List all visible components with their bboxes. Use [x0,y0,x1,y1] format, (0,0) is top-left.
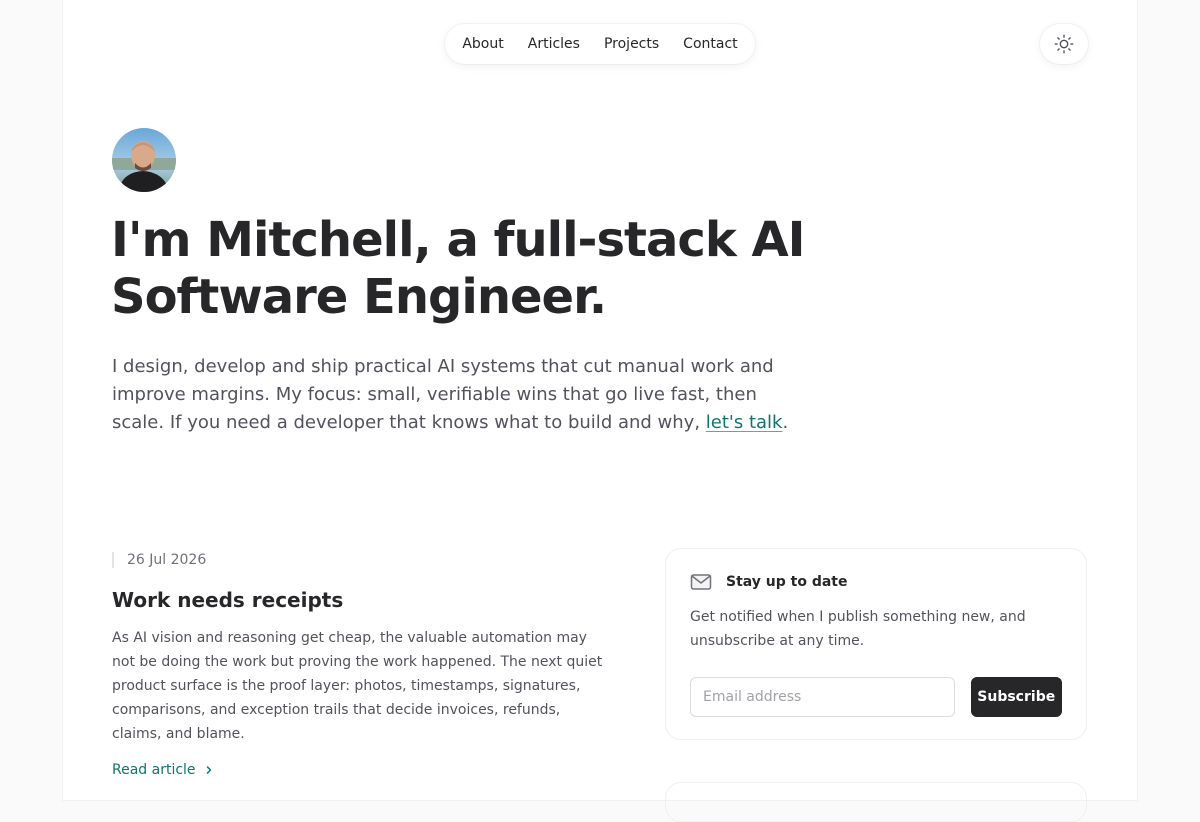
article-excerpt: As AI vision and reasoning get cheap, th… [112,630,603,742]
newsletter-text: Get notified when I publish something ne… [690,609,1026,649]
email-input[interactable] [690,677,955,717]
nav-contact[interactable]: Contact [683,36,737,52]
intro-end: . [782,412,789,433]
page-title: I'm Mitchell, a full-stack AI Software E… [111,212,805,325]
intro-paragraph: I design, develop and ship practical AI … [112,353,802,437]
nav-articles[interactable]: Articles [528,36,580,52]
newsletter-header: Stay up to date [690,573,1062,591]
newsletter-title: Stay up to date [726,574,848,590]
chevron-right-icon [206,766,211,774]
subscribe-button[interactable]: Subscribe [970,677,1062,717]
article-date: 26 Jul 2026 [112,552,612,568]
article-preview: 26 Jul 2026 Work needs receipts As AI vi… [112,548,612,778]
nav-projects[interactable]: Projects [604,36,659,52]
mail-icon [690,574,712,590]
newsletter-card: Stay up to date Get notified when I publ… [665,548,1087,740]
theme-toggle-button[interactable] [1040,24,1088,64]
article-title[interactable]: Work needs receipts [112,586,612,614]
avatar[interactable] [112,128,176,192]
nav-about[interactable]: About [462,36,503,52]
lets-talk-link[interactable]: let's talk [706,412,783,433]
read-article-label: Read article [112,762,196,778]
secondary-card [665,782,1087,822]
main-nav: About Articles Projects Contact [445,24,755,64]
intro-text: I design, develop and ship practical AI … [112,356,774,433]
read-article-link[interactable]: Read article [112,762,612,778]
subscribe-form: Subscribe [690,677,1062,717]
sun-icon [1054,34,1074,54]
